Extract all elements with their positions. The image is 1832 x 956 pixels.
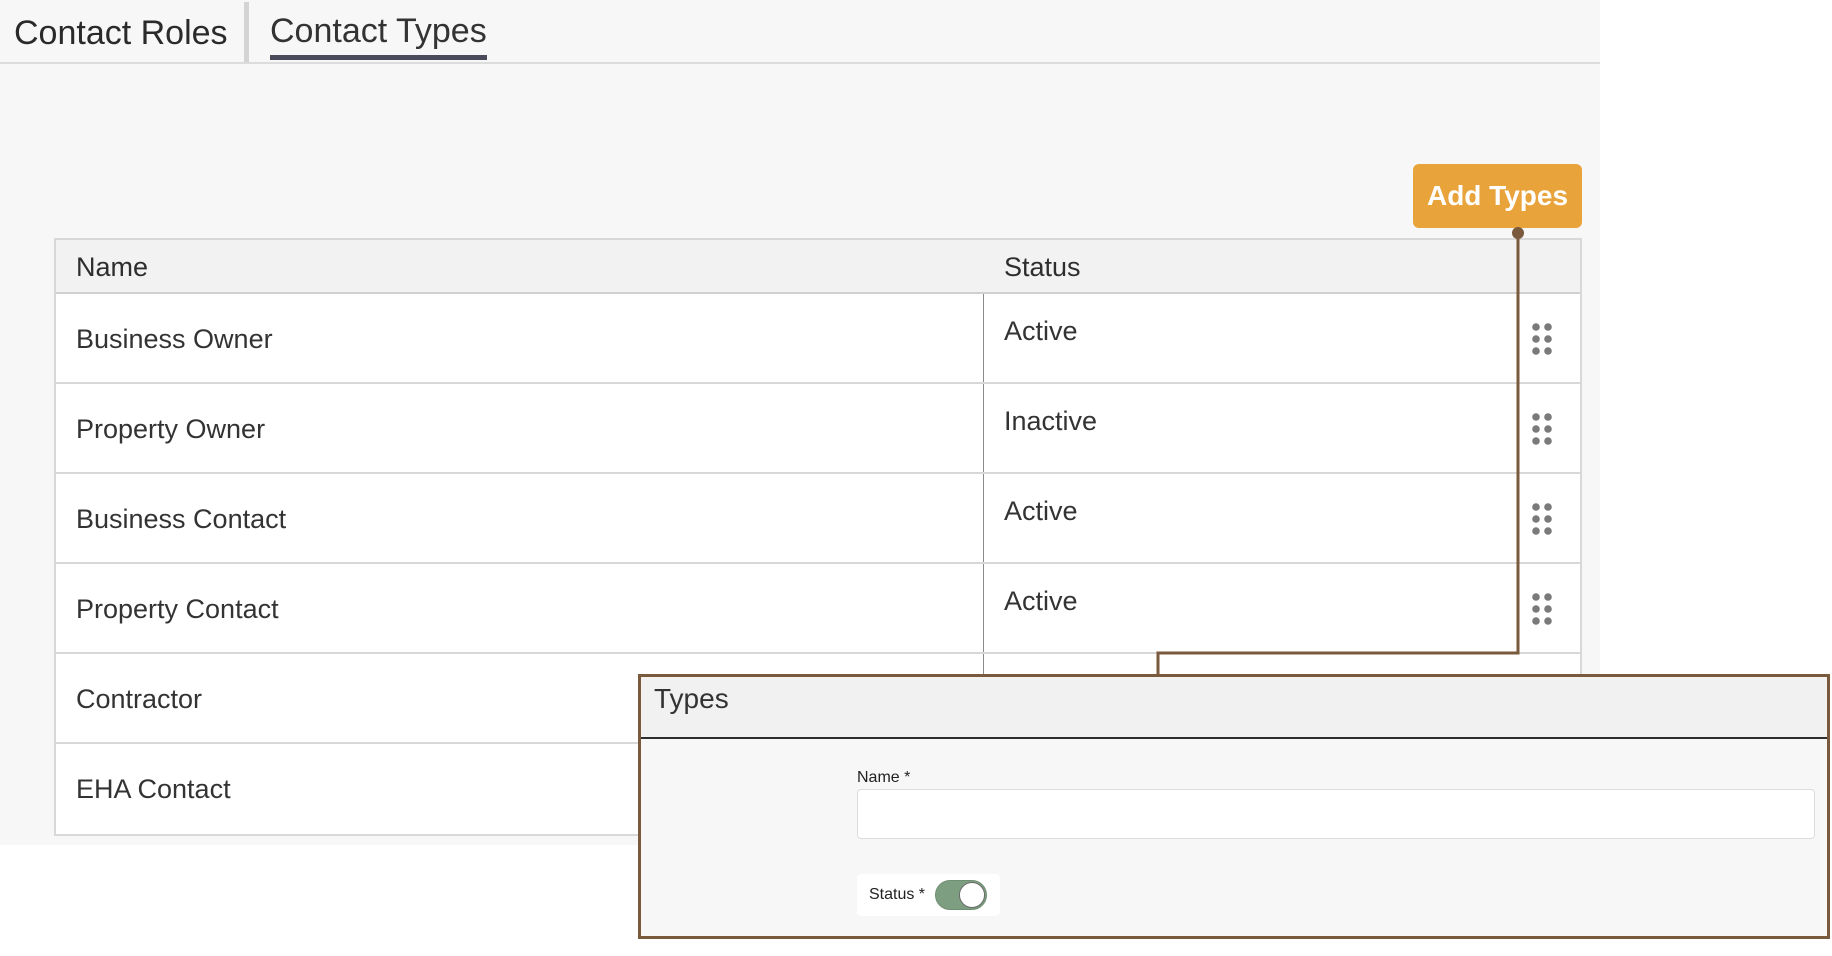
name-field-label: Name * xyxy=(857,769,911,786)
modal-header: Types xyxy=(641,677,1827,739)
column-header-status[interactable]: Status xyxy=(1004,252,1081,283)
column-divider xyxy=(983,384,984,472)
drag-handle-icon[interactable] xyxy=(1530,322,1554,356)
toggle-knob xyxy=(959,882,985,908)
column-divider xyxy=(983,474,984,562)
table-row[interactable]: Business Contact Active xyxy=(56,474,1580,564)
row-name: Property Owner xyxy=(76,414,266,444)
row-name: Business Contact xyxy=(76,504,287,534)
status-field-label: Status * xyxy=(869,886,926,903)
tab-bar: Contact Roles Contact Types xyxy=(0,0,1600,64)
table-row[interactable]: Property Contact Active xyxy=(56,564,1580,654)
row-status: Active xyxy=(1004,496,1078,526)
row-name: EHA Contact xyxy=(76,774,231,804)
row-name: Business Owner xyxy=(76,324,273,354)
drag-handle-icon[interactable] xyxy=(1530,412,1554,446)
row-status: Inactive xyxy=(1004,406,1098,436)
status-toggle[interactable] xyxy=(935,880,987,910)
tab-contact-roles[interactable]: Contact Roles xyxy=(14,14,228,53)
row-status: Active xyxy=(1004,586,1078,616)
column-header-name[interactable]: Name xyxy=(76,252,148,283)
name-input[interactable] xyxy=(857,789,1815,839)
table-row[interactable]: Property Owner Inactive xyxy=(56,384,1580,474)
table-header: Name Status xyxy=(56,240,1580,294)
drag-handle-icon[interactable] xyxy=(1530,502,1554,536)
modal-title: Types xyxy=(654,683,729,714)
types-modal: Types Name * Status * xyxy=(638,674,1830,939)
add-types-button[interactable]: Add Types xyxy=(1413,164,1582,228)
drag-handle-icon[interactable] xyxy=(1530,592,1554,626)
column-divider xyxy=(983,564,984,652)
row-status: Active xyxy=(1004,316,1078,346)
tab-contact-types[interactable]: Contact Types xyxy=(270,12,487,60)
row-name: Contractor xyxy=(76,684,203,714)
table-row[interactable]: Business Owner Active xyxy=(56,294,1580,384)
tab-divider xyxy=(244,2,249,62)
row-name: Property Contact xyxy=(76,594,279,624)
status-field: Status * xyxy=(857,874,1000,916)
column-divider xyxy=(983,294,984,382)
